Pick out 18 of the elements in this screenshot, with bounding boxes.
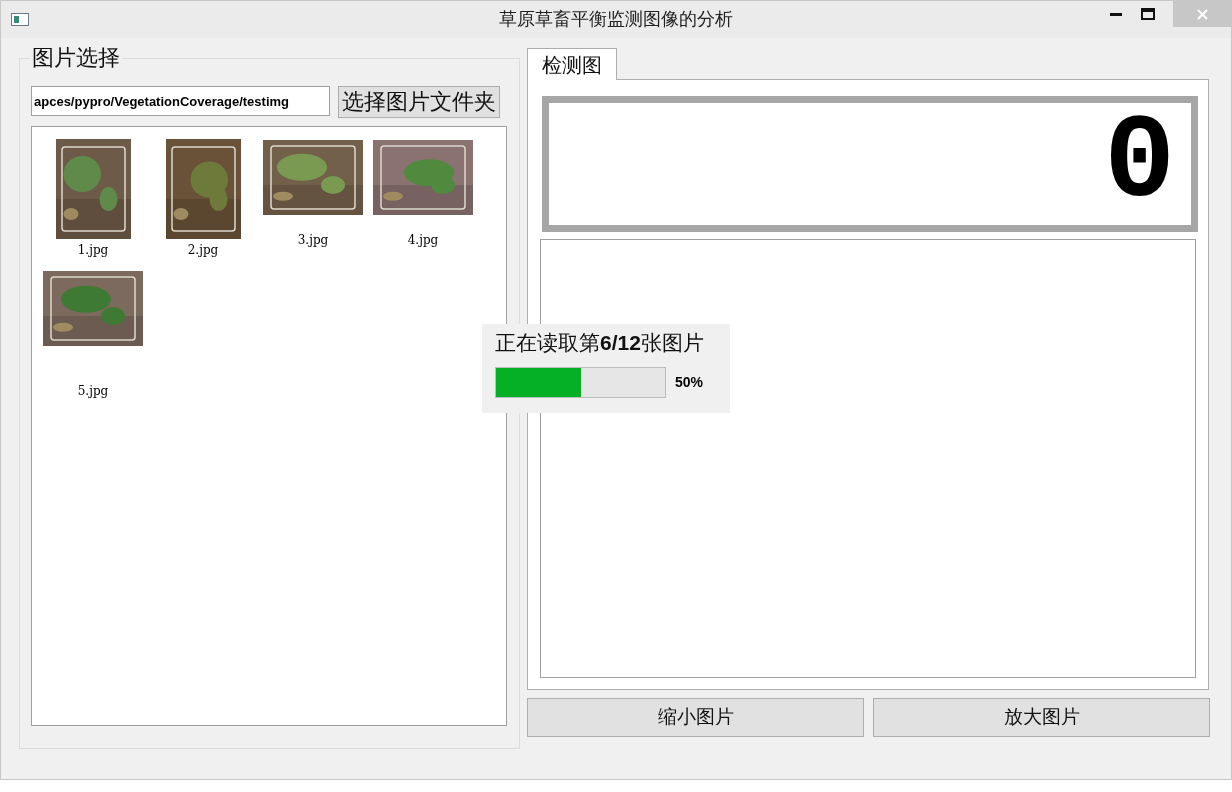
lcd-digit: 0 [1104,114,1175,214]
thumbnail-label: 2.jpg [187,243,219,257]
action-button[interactable]: 缩小图片 [527,698,864,737]
thumbnail-label: 5.jpg [77,384,109,398]
minimize-icon [1110,12,1122,16]
tab[interactable]: 检测图 [527,48,617,80]
maximize-icon [1141,8,1155,20]
progress-percent: 50% [675,373,704,392]
window-title: 草原草畜平衡监测图像的分析 [499,8,733,31]
thumbnail-label: 3.jpg [297,233,329,247]
path-field[interactable]: apces/pypro/VegetationCoverage/testimg [31,86,330,116]
app-icon [11,13,29,26]
thumbnail-label: 1.jpg [77,243,109,257]
action-button[interactable]: 放大图片 [873,698,1210,737]
choose-folder-button[interactable]: 选择图片文件夹 [338,86,500,118]
thumbnail-label: 4.jpg [407,233,439,247]
close-icon [1196,8,1208,20]
progress-message: 正在读取第6/12张图片 [495,330,705,356]
